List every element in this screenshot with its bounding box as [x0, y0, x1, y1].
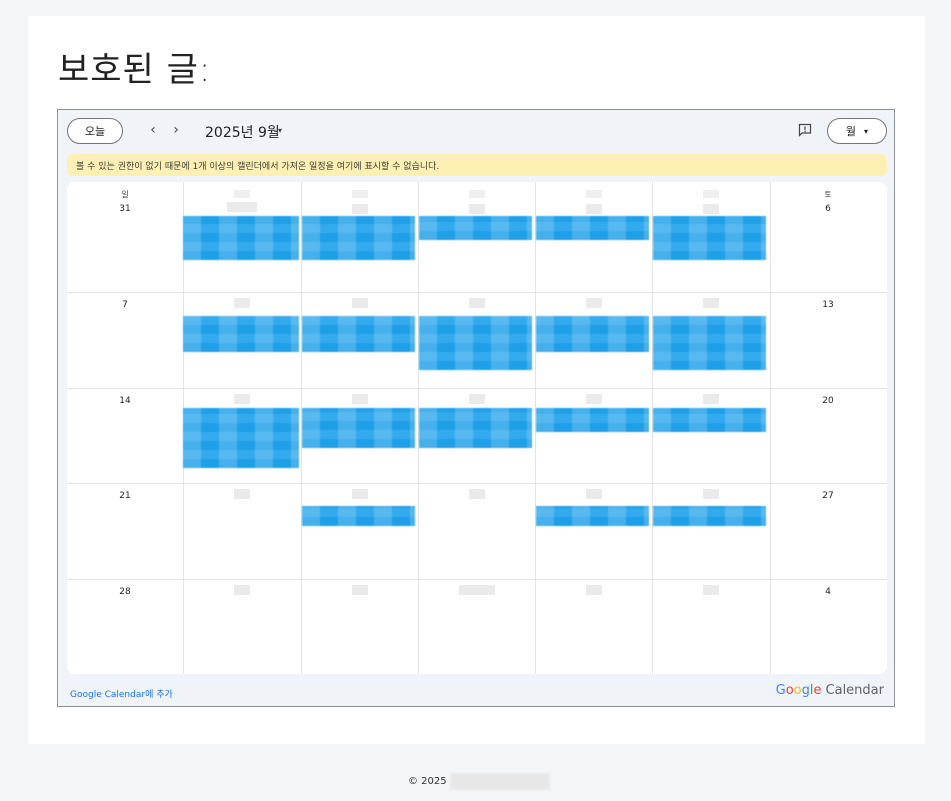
day-number[interactable]: 28 [113, 587, 137, 597]
redacted-weekday [234, 190, 250, 198]
redacted-day-number [459, 585, 495, 595]
event-chip[interactable] [536, 316, 649, 352]
redacted-day-number [469, 489, 485, 499]
day-number[interactable]: 6 [816, 204, 840, 214]
event-chip[interactable] [302, 316, 415, 352]
logo-calendar-word: Calendar [825, 683, 884, 698]
redacted-day-number [352, 204, 368, 214]
event-chip[interactable] [302, 408, 415, 448]
grid-line [67, 388, 887, 389]
redacted-day-number [352, 585, 368, 595]
logo-letter: e [813, 683, 822, 698]
day-number[interactable]: 27 [816, 491, 840, 501]
copyright-text: © 2025 [408, 776, 447, 787]
feedback-icon[interactable] [798, 123, 812, 137]
redacted-day-number [352, 394, 368, 404]
event-chip[interactable] [183, 408, 299, 468]
grid-line [770, 182, 771, 674]
embedded-calendar: 오늘 ‹ › 2025년 9월 ▾ 월 ▾ 볼 수 있는 권한이 없기 때문에 … [57, 109, 895, 707]
grid-line [67, 483, 887, 484]
day-number[interactable]: 7 [113, 300, 137, 310]
day-number[interactable]: 13 [816, 300, 840, 310]
grid-line [67, 292, 887, 293]
event-chip[interactable] [302, 216, 415, 260]
today-button[interactable]: 오늘 [67, 118, 123, 144]
logo-letter: g [801, 683, 810, 698]
add-to-google-calendar-link[interactable]: Google Calendar에 추가 [70, 687, 173, 700]
day-number[interactable]: 14 [113, 396, 137, 406]
event-chip[interactable] [536, 216, 649, 240]
day-number[interactable]: 21 [113, 491, 137, 501]
redacted-day-number [352, 489, 368, 499]
logo-letter: G [775, 683, 786, 698]
calendar-toolbar: 오늘 ‹ › 2025년 9월 ▾ 월 ▾ [58, 110, 894, 154]
logo-letter: o [793, 683, 802, 698]
event-chip[interactable] [653, 316, 766, 370]
page-title: 보호된 글: [58, 50, 212, 90]
redacted-day-number [586, 585, 602, 595]
logo-letter: o [785, 683, 794, 698]
chevron-down-icon[interactable]: ▾ [278, 126, 282, 135]
redacted-day-number [586, 298, 602, 308]
view-label: 월 [845, 125, 857, 138]
month-grid: 일 토 31 6 7 13 14 20 21 27 28 4 [67, 182, 887, 674]
redacted-day-number [703, 489, 719, 499]
event-chip[interactable] [536, 408, 649, 432]
event-chip[interactable] [419, 216, 532, 240]
weekday-header-sun: 일 [121, 190, 129, 199]
event-chip[interactable] [183, 216, 299, 260]
event-chip[interactable] [419, 408, 532, 448]
redacted-day-number [703, 298, 719, 308]
redacted-day-number [234, 298, 250, 308]
redacted-weekday [703, 190, 719, 198]
month-title[interactable]: 2025년 9월 [205, 122, 280, 142]
weekday-header-sat: 토 [824, 190, 832, 199]
redacted-day-number [352, 298, 368, 308]
google-calendar-logo[interactable]: G o o g l e Calendar [776, 683, 884, 698]
redacted-weekday [586, 190, 602, 198]
redacted-day-number [469, 394, 485, 404]
event-chip[interactable] [183, 316, 299, 352]
day-number[interactable]: 31 [113, 204, 137, 214]
redacted-owner-name [450, 773, 550, 790]
event-chip[interactable] [419, 316, 532, 370]
redacted-day-number [703, 204, 719, 214]
next-month-button[interactable]: › [169, 122, 183, 138]
redacted-day-number [703, 394, 719, 404]
day-number[interactable]: 20 [816, 396, 840, 406]
redacted-day-number [469, 204, 485, 214]
event-chip[interactable] [653, 408, 766, 432]
grid-line [67, 579, 887, 580]
redacted-weekday [469, 190, 485, 198]
event-chip[interactable] [653, 506, 766, 526]
redacted-weekday [352, 190, 368, 198]
redacted-day-number [703, 585, 719, 595]
redacted-day-number [586, 204, 602, 214]
redacted-day-number [586, 489, 602, 499]
redacted-day-number [586, 394, 602, 404]
redacted-day-number [469, 298, 485, 308]
day-number[interactable]: 4 [816, 587, 840, 597]
chevron-down-icon: ▾ [864, 126, 869, 136]
view-select-button[interactable]: 월 ▾ [827, 118, 887, 144]
event-chip[interactable] [302, 506, 415, 526]
prev-month-button[interactable]: ‹ [146, 122, 160, 138]
event-chip[interactable] [653, 216, 766, 260]
permission-warning: 볼 수 있는 권한이 없기 때문에 1개 이상의 캘린더에서 가져온 일정을 여… [67, 154, 887, 176]
calendar-footer: Google Calendar에 추가 G o o g l e Calendar [58, 676, 894, 708]
event-chip[interactable] [536, 506, 649, 526]
redacted-day-number [234, 585, 250, 595]
redacted-day-number [234, 489, 250, 499]
redacted-day-number [234, 394, 250, 404]
redacted-day-number [227, 202, 257, 212]
